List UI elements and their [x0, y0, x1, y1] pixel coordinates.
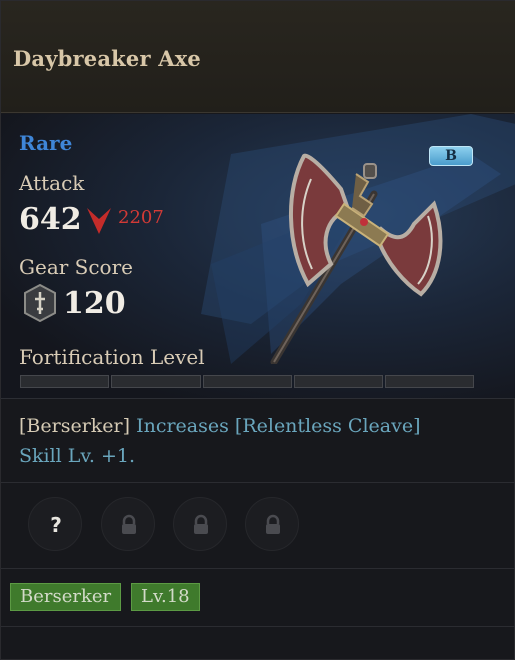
socket-slot-locked[interactable]	[245, 497, 299, 551]
item-name: Daybreaker Axe	[13, 46, 201, 71]
skill-description: [Berserker] Increases [Relentless Cleave…	[19, 411, 499, 471]
gear-score-icon	[24, 284, 56, 322]
decrease-arrow-icon	[87, 208, 111, 234]
class-tag: Berserker	[10, 583, 122, 611]
fortification-segment-5	[385, 375, 474, 388]
divider	[1, 626, 515, 627]
fortification-segment-4	[294, 375, 383, 388]
fortification-segment-3	[203, 375, 292, 388]
lock-icon	[266, 514, 280, 534]
fortification-segment-1	[20, 375, 109, 388]
level-tag: Lv.18	[131, 583, 200, 611]
title-bar: Daybreaker Axe	[1, 1, 515, 113]
socket-slot-unknown[interactable]: ?	[28, 497, 82, 551]
attack-label: Attack	[19, 171, 85, 195]
lock-icon	[122, 514, 136, 534]
divider	[1, 482, 515, 483]
svg-text:?: ?	[50, 513, 62, 537]
attack-value: 642	[19, 202, 82, 237]
rarity-label: Rare	[19, 131, 73, 155]
gear-score-label: Gear Score	[19, 255, 133, 279]
item-tooltip: Daybreaker Axe Rare B Attack 642 2207 Ge…	[0, 0, 515, 660]
lock-icon	[194, 514, 208, 534]
skill-effect-line2: Skill Lv. +1.	[19, 445, 136, 467]
attack-compare-value: 2207	[118, 207, 164, 228]
item-stats-panel: Rare B Attack 642 2207 Gear Score 120 Fo…	[1, 114, 515, 399]
question-icon: ?	[50, 513, 62, 537]
gear-score-value: 120	[63, 286, 126, 321]
divider	[1, 568, 515, 569]
axe-icon	[270, 153, 443, 364]
skill-class: [Berserker]	[19, 415, 131, 437]
socket-slot-locked[interactable]	[173, 497, 227, 551]
fortification-segment-2	[111, 375, 201, 388]
skill-effect-line1: Increases [Relentless Cleave]	[136, 415, 421, 437]
socket-slot-locked[interactable]	[101, 497, 155, 551]
fortification-label: Fortification Level	[19, 345, 205, 369]
